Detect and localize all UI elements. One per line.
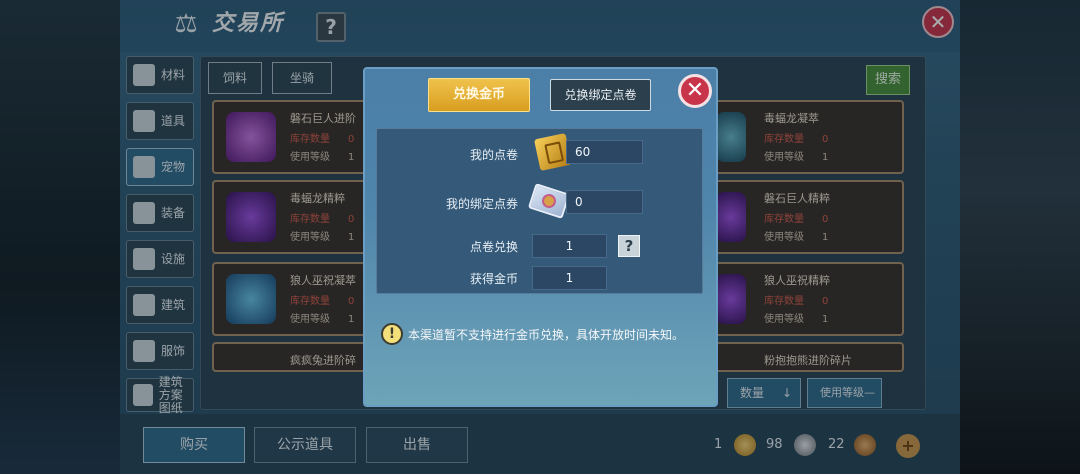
my-coupon-label: 我的点卷 <box>469 148 518 162</box>
tab-exchange-gold[interactable]: 兑换金币 <box>428 78 530 112</box>
exchange-amount-input[interactable]: 1 <box>532 234 607 258</box>
gain-gold-label: 获得金币 <box>469 272 518 286</box>
exchange-notice: 本渠道暂不支持进行金币兑换，具体开放时间未知。 <box>408 328 685 342</box>
background-right <box>960 0 1080 474</box>
my-coupon-value: 60 <box>566 140 643 164</box>
my-bound-coupon-label: 我的绑定点券 <box>445 197 518 211</box>
exchange-amount-label: 点卷兑换 <box>469 240 518 254</box>
gain-gold-value: 1 <box>532 266 607 290</box>
warning-icon: ! <box>381 323 403 345</box>
screen: ⚖ 交易所 ? ✕ 材料 道具 宠物 装备 设施 建筑 服饰 建筑方案图纸 饲料… <box>0 0 1080 474</box>
tab-exchange-bound-coupon[interactable]: 兑换绑定点卷 <box>550 79 651 111</box>
background-left <box>0 0 120 474</box>
exchange-help-button[interactable]: ? <box>618 235 640 257</box>
close-dialog-button[interactable]: ✕ <box>678 74 712 108</box>
my-bound-coupon-value: 0 <box>566 190 643 214</box>
